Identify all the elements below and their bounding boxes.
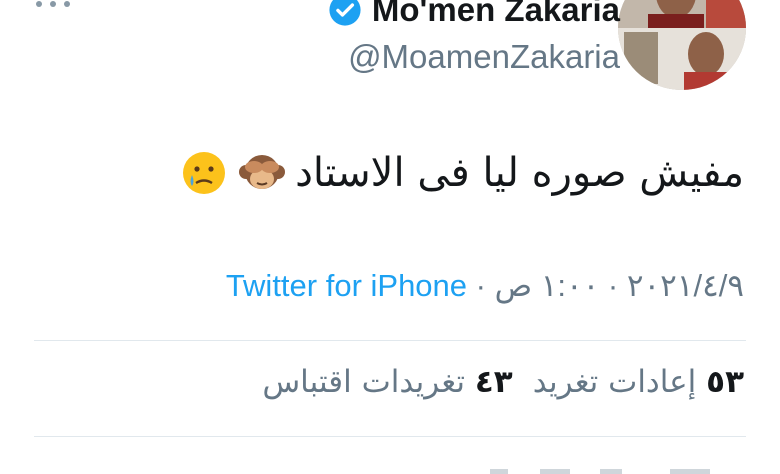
retweets-count: ٥٣ [706,364,744,400]
avatar[interactable] [618,0,746,90]
verified-badge-icon [329,0,361,26]
meta-separator: · [475,268,486,303]
tweet-body-text: مفيش صوره ليا فى الاستاد [295,150,744,196]
meta-separator: · [607,268,619,303]
quotes-count: ٤٣ [474,364,513,400]
avatar-photo [618,0,746,90]
retweets-label: إعادات تغريد [532,364,697,400]
next-row-peek [480,462,740,474]
quotes-stat[interactable]: ٤٣ تغريدات اقتباس [262,364,512,400]
divider [34,436,746,437]
tweet-metadata: ٢٠٢١/٤/٩ · ١:٠٠ ص · Twitter for iPhone [226,268,744,304]
see-no-evil-monkey-icon [239,155,286,189]
more-options-icon[interactable] [36,0,76,14]
tweet-time: ١:٠٠ ص [494,268,600,303]
tweet-date: ٢٠٢١/٤/٩ [626,268,744,303]
quotes-label: تغريدات اقتباس [262,364,465,400]
author-handle: @MoamenZakaria [348,38,620,75]
tweet-stats: ٥٣ إعادات تغريد ٤٣ تغريدات اقتباس [262,364,744,400]
divider [34,340,746,341]
retweets-stat[interactable]: ٥٣ إعادات تغريد [533,364,744,400]
tweet-text: مفيش صوره ليا فى الاستاد [179,148,744,198]
crying-face-icon [183,152,226,194]
tweet-source-link[interactable]: Twitter for iPhone [226,268,467,303]
author-display-name: Mo'men Zakaria [371,0,620,28]
tweet-author[interactable]: Mo'men Zakaria @MoamenZakaria [328,0,620,76]
